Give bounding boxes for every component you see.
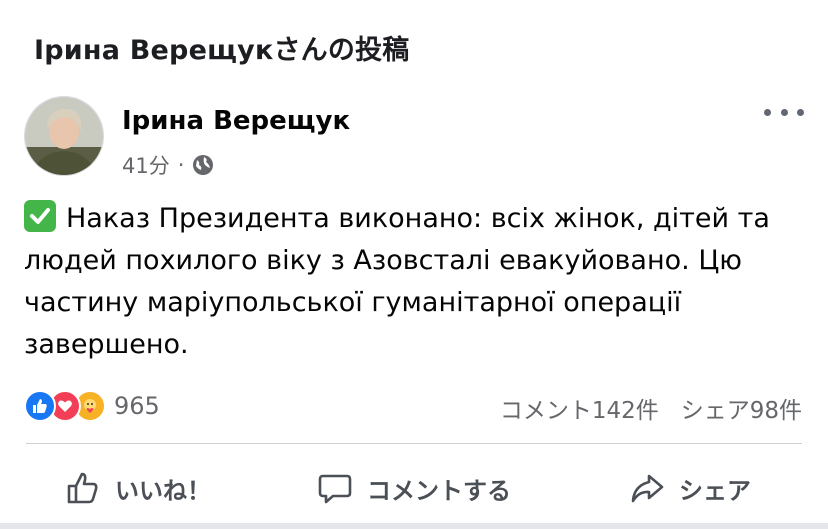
- more-options-icon[interactable]: [764, 100, 804, 124]
- share-button[interactable]: シェア: [552, 462, 828, 514]
- divider: [26, 443, 802, 444]
- check-mark-button-icon: [24, 200, 56, 232]
- share-arrow-icon: [631, 474, 664, 503]
- post-text: Наказ Президента виконано: всіх жінок, д…: [24, 203, 770, 360]
- author-name[interactable]: Ірина Верещук: [122, 106, 350, 136]
- engagement-counts: コメント142件 シェア98件: [500, 391, 802, 425]
- comment-label: コメントする: [367, 476, 511, 505]
- globe-icon: [192, 154, 214, 176]
- shares-count[interactable]: シェア98件: [681, 391, 802, 425]
- comments-count[interactable]: コメント142件: [500, 391, 659, 425]
- like-label: いいね！: [115, 476, 211, 505]
- thumbs-up-icon: [67, 472, 98, 504]
- post-header: Ірина Верещук 41分 ·: [24, 96, 804, 178]
- reactions-count: 965: [114, 392, 160, 420]
- avatar[interactable]: [24, 96, 104, 176]
- post-meta: 41分 ·: [122, 150, 214, 180]
- post-actions: いいね！ コメントする シェア: [0, 462, 828, 514]
- post-time[interactable]: 41分: [122, 150, 170, 180]
- like-button[interactable]: いいね！: [0, 462, 276, 514]
- reactions-summary[interactable]: 965: [24, 390, 160, 422]
- comment-icon: [318, 474, 352, 504]
- share-label: シェア: [679, 476, 751, 505]
- post-body: Наказ Президента виконано: всіх жінок, д…: [24, 198, 814, 366]
- comment-button[interactable]: コメントする: [276, 462, 552, 514]
- like-icon: [24, 390, 56, 422]
- bottom-separator: [0, 523, 828, 529]
- meta-separator: ·: [177, 153, 185, 177]
- page-title: Ірина Верещукさんの投稿: [34, 35, 410, 66]
